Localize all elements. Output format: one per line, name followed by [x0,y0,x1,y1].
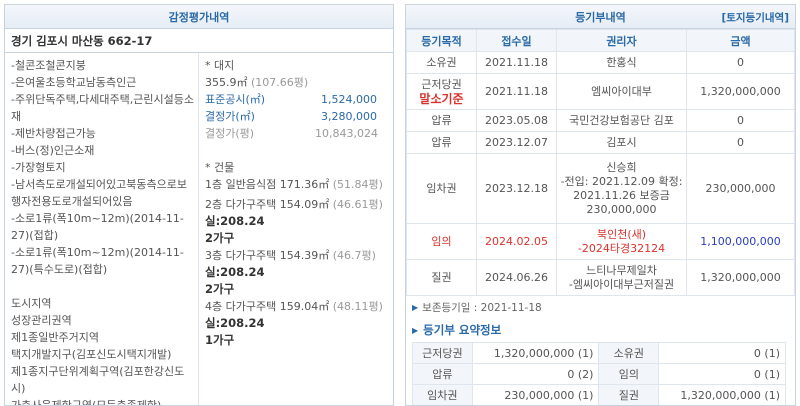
floor-4-actual: 실:208.24 [205,316,265,330]
zone-item: 가축사육제한구역(모든축종제한) [11,399,162,406]
registry-panel-title: 등기부내역 [575,10,626,24]
posted-price-label: 표준공시(㎡) [205,93,266,106]
land-title: * 대지 [205,59,235,72]
feature-item: -소로1류(폭10m~12m)(2014-11-27)(접합) [11,212,184,242]
table-row: 근저당권 말소기준 2021.11.18 엠씨아이대부 1,320,000,000 [406,73,795,110]
zone-item: 제1종일반주거지역 [11,331,99,344]
table-row: 압류 2023.12.07 김포시 0 [406,131,795,154]
zone-item: 택지개발지구(김포신도시택지개발) [11,348,172,361]
posted-price-row: 표준공시(㎡) 1,524,000 [205,91,391,108]
decided-pyeong-row: 결정가(평) 10,843,024 [205,125,391,142]
floor-4-units: 1가구 [205,333,235,347]
decided-price-label: 결정가(㎡) [205,110,255,123]
feature-item: -은여울초등학교남동측인근 [11,76,137,89]
registry-panel: 등기부내역 [토지등기내역] 등기목적 접수일 권리자 금액 소유권 2021.1… [405,4,796,406]
building-title: * 건물 [205,161,235,174]
triangle-right-icon: ▶ [412,325,419,335]
land-area-pyeong: (107.66평) [251,76,309,89]
feature-item: -가장형토지 [11,161,66,174]
floor-3-actual: 실:208.24 [205,265,265,279]
preserve-note: ▶ 보존등기일 : 2021-11-18 [412,301,542,314]
feature-item: -제반차량접근가능 [11,127,96,140]
summary-row: 임차권 230,000,000 (1) 질권 1,320,000,000 (1) [412,384,786,405]
decided-pyeong-value: 10,843,024 [315,127,378,140]
floor-2: 2층 다가구주택 154.09㎡ (46.61평) [205,198,383,211]
land-registry-link[interactable]: [토지등기내역] [721,10,789,25]
property-address: 경기 김포시 마산동 662-17 [5,29,393,53]
table-row: 질권 2024.06.26 느티나무제일차 -엠씨아이대부근저질권 1,320,00… [406,259,795,296]
col-header: 권리자 [556,29,687,52]
summary-table: 근저당권 1,320,000,000 (1) 소유권 0 (1) 압류 0 (2… [412,342,786,405]
summary-row: 근저당권 1,320,000,000 (1) 소유권 0 (1) [412,342,786,364]
registry-table: 등기목적 접수일 권리자 금액 소유권 2021.11.18 한홍식 0 근저당권 말소… [406,29,795,296]
decided-price-row: 결정가(㎡) 3,280,000 [205,108,391,125]
feature-item: -남서측도로개설되어있고북동측으로보행자전용도로개설되어있음 [11,178,188,208]
land-area: 355.9㎡ [205,76,248,89]
floor-1: 1층 일반음식점 171.36㎡ (51.84평) [205,178,383,191]
table-row: 임차권 2023.12.18 신승희 -전입: 2021.12.09 확정: 202… [406,153,795,224]
appraisal-panel-title: 감정평가내역 [5,5,393,29]
feature-item: -철콘조철콘지붕 [11,59,86,72]
floor-4: 4층 다가구주택 159.04㎡ (48.11평) [205,300,383,313]
feature-item: -버스(정)인근소재 [11,144,95,157]
decided-pyeong-label: 결정가(평) [205,127,255,140]
appraisal-values: * 대지 355.9㎡ (107.66평) 표준공시(㎡) 1,524,000 … [199,53,393,405]
zone-item: 도시지역 [11,297,52,310]
property-features: -철콘조철콘지붕 -은여울초등학교남동측인근 -주위단독주택,다세대주택,근린시… [5,53,199,406]
posted-price-value: 1,524,000 [321,93,377,106]
zone-item: 제1종지구단위계획구역(김포한강신도시) [11,365,185,395]
summary-title: ▶ 등기부 요약정보 [412,323,502,337]
cancellation-base-badge: 말소기준 [419,91,464,106]
zone-item: 성장관리권역 [11,314,72,327]
floor-2-actual: 실:208.24 [205,214,265,228]
floor-3: 3층 다가구주택 154.39㎡ (46.7평) [205,249,376,262]
decided-price-value: 3,280,000 [321,110,377,123]
summary-row: 압류 0 (2) 임의 0 (1) [412,363,786,385]
table-row: 소유권 2021.11.18 한홍식 0 [406,51,795,74]
floor-3-units: 2가구 [205,282,235,296]
table-row: 압류 2023.05.08 국민건강보험공단 김포 0 [406,109,795,132]
feature-item: -주위단독주택,다세대주택,근린시설등소재 [11,93,195,123]
floor-2-units: 2가구 [205,231,235,245]
col-header: 등기목적 [406,29,477,52]
table-row-auction: 임의 2024.02.05 북인천(새) -2024타경32124 1,100,00… [406,223,795,260]
feature-item: -소로1류(폭10m~12m)(2014-11-27)(특수도로)(접합) [11,246,184,276]
col-header: 접수일 [476,29,557,52]
triangle-right-icon: ▶ [412,302,419,312]
appraisal-panel: 감정평가내역 경기 김포시 마산동 662-17 -철콘조철콘지붕 -은여울초등… [4,4,394,406]
col-header: 금액 [686,29,795,52]
